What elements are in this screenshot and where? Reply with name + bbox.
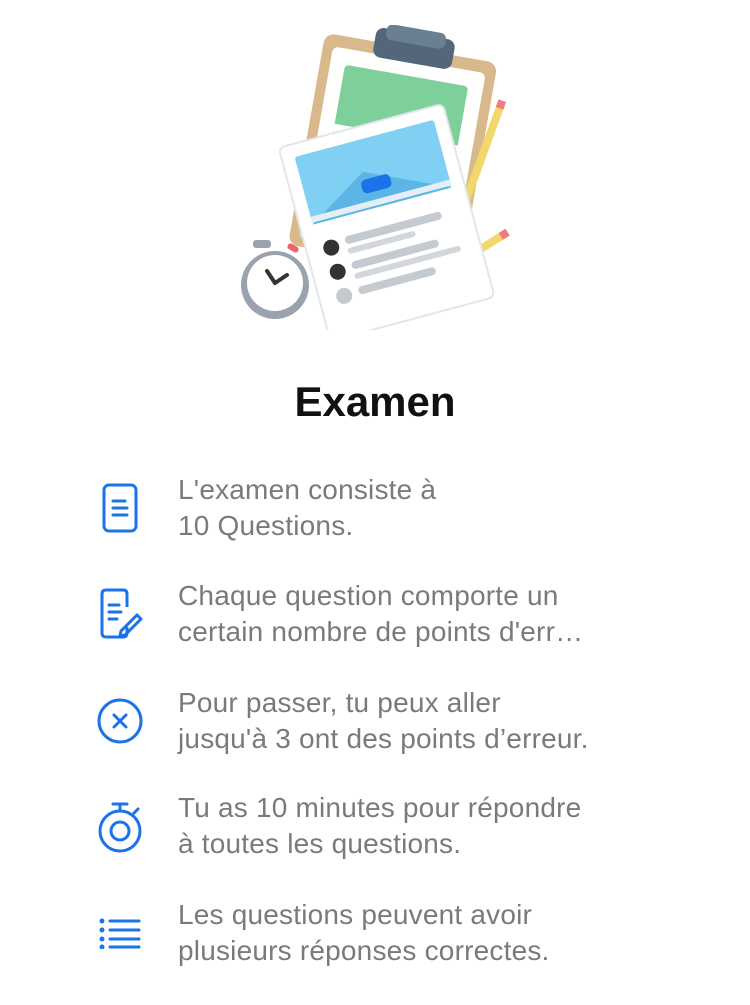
- document-icon: [95, 483, 145, 533]
- rule-item-5: Les questions peuvent avoir plusieurs ré…: [178, 897, 678, 969]
- page-title: Examen: [294, 378, 456, 425]
- rule-item-3: Pour passer, tu peux aller jusqu'à 3 ont…: [178, 685, 678, 757]
- rule-line: Chaque question comporte un: [178, 580, 559, 611]
- rule-line: L'examen consiste à: [178, 474, 437, 505]
- exam-illustration: [241, 25, 510, 330]
- rule-line: Les questions peuvent avoir: [178, 899, 533, 930]
- rule-line: à toutes les questions.: [178, 828, 462, 859]
- rule-line: Pour passer, tu peux aller: [178, 687, 501, 718]
- rule-item-1: L'examen consiste à 10 Questions.: [178, 472, 678, 544]
- rule-line: Tu as 10 minutes pour répondre: [178, 792, 582, 823]
- rule-line: plusieurs réponses correctes.: [178, 935, 550, 966]
- document-edit-icon: [95, 588, 145, 639]
- rule-line: jusqu'à 3 ont des points d’erreur.: [178, 723, 589, 754]
- rule-item-2: Chaque question comporte un certain nomb…: [178, 578, 678, 650]
- list-icon: [95, 908, 145, 958]
- close-circle-icon: [95, 696, 145, 746]
- rule-item-4: Tu as 10 minutes pour répondre à toutes …: [178, 790, 678, 862]
- rule-line: 10 Questions.: [178, 510, 354, 541]
- stopwatch-icon: [95, 802, 145, 853]
- rule-line: certain nombre de points d'err…: [178, 616, 584, 647]
